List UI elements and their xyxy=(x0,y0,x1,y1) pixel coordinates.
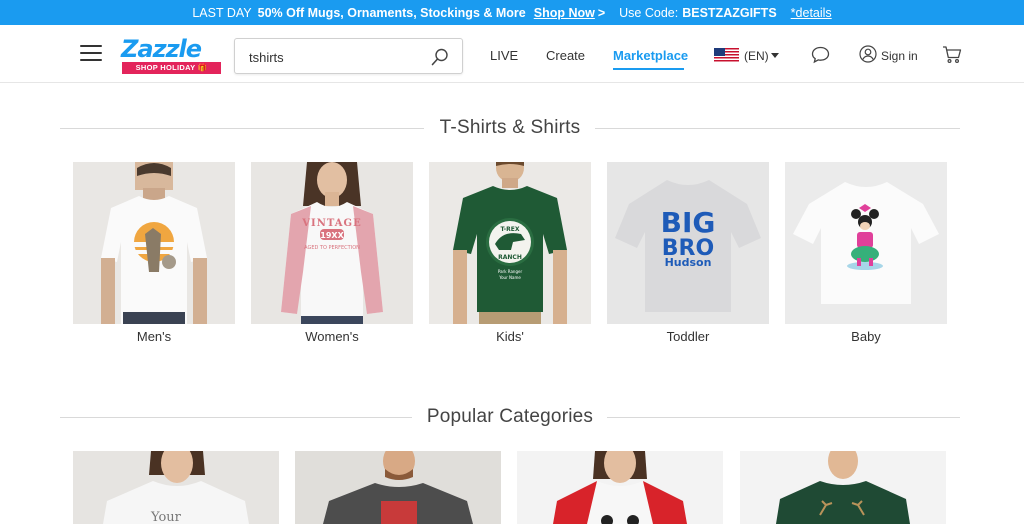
promo-code: BESTZAZGIFTS xyxy=(682,5,777,20)
category-label[interactable]: Baby xyxy=(785,329,947,344)
toddler-art-text3: Hudson xyxy=(665,256,712,269)
us-flag-icon[interactable] xyxy=(714,48,739,63)
divider xyxy=(607,417,960,418)
language-selector[interactable]: (EN) xyxy=(744,49,769,63)
category-label[interactable]: Men's xyxy=(73,329,235,344)
search-icon[interactable] xyxy=(431,48,449,66)
category-card-womens[interactable]: VINTAGE 19XX AGED TO PERFECTION Women's xyxy=(251,162,413,344)
nav-create[interactable]: Create xyxy=(546,48,585,63)
category-card-baby[interactable]: Baby xyxy=(785,162,947,344)
promo-shop-now-link[interactable]: Shop Now xyxy=(534,6,595,20)
promo-arrow: > xyxy=(597,5,606,20)
toddler-art-text1: BIG xyxy=(661,206,716,239)
category-label[interactable]: Kids' xyxy=(429,329,591,344)
womens-art-text1: VINTAGE xyxy=(301,218,361,229)
promo-code-label: Use Code: xyxy=(619,5,679,20)
sign-in-link[interactable]: Sign in xyxy=(881,49,918,63)
kids-art-text2: RANCH xyxy=(498,254,522,261)
popular-card-1[interactable]: Your xyxy=(73,451,279,524)
logo-wordmark: Zazzle xyxy=(121,35,202,63)
category-label[interactable]: Women's xyxy=(251,329,413,344)
divider xyxy=(595,128,960,129)
nav-marketplace[interactable]: Marketplace xyxy=(613,48,688,63)
kids-art-text1: T-REX xyxy=(500,226,519,233)
womens-shirt-photo[interactable]: VINTAGE 19XX AGED TO PERFECTION xyxy=(251,162,413,324)
kids-shirt-photo[interactable]: T-REX RANCH Park Ranger Your Name xyxy=(429,162,591,324)
kids-art-text3: Park Ranger xyxy=(498,269,523,274)
site-header: Zazzle SHOP HOLIDAY 🎁 LIVE Create Market… xyxy=(0,25,1024,83)
mens-shirt-photo[interactable] xyxy=(73,162,235,324)
chevron-down-icon[interactable] xyxy=(771,53,779,58)
popular-section-heading: Popular Categories xyxy=(60,403,960,433)
popular-card-3[interactable] xyxy=(517,451,723,524)
promo-details-link[interactable]: *details xyxy=(791,6,832,20)
popular1-art-text: Your xyxy=(150,510,182,524)
user-icon[interactable] xyxy=(859,45,877,63)
promo-last-day: LAST DAY xyxy=(192,5,252,20)
category-card-kids[interactable]: T-REX RANCH Park Ranger Your Name Kids' xyxy=(429,162,591,344)
tshirts-section-heading: T-Shirts & Shirts xyxy=(60,114,960,144)
womens-art-text3: AGED TO PERFECTION xyxy=(304,245,360,251)
cart-icon[interactable] xyxy=(942,45,962,64)
popular-card-4[interactable] xyxy=(740,451,946,524)
nav-live[interactable]: LIVE xyxy=(490,48,518,63)
search-box xyxy=(234,38,463,74)
chat-icon[interactable] xyxy=(811,46,830,64)
womens-art-text2: 19XX xyxy=(320,231,344,240)
popular-card-2[interactable] xyxy=(295,451,501,524)
promo-banner: LAST DAY 50% Off Mugs, Ornaments, Stocki… xyxy=(0,0,1024,25)
logo-badge: SHOP HOLIDAY 🎁 xyxy=(122,62,221,74)
category-label[interactable]: Toddler xyxy=(607,329,769,344)
zazzle-logo[interactable]: Zazzle SHOP HOLIDAY 🎁 xyxy=(121,35,223,74)
baby-shirt-photo[interactable] xyxy=(785,162,947,324)
promo-offer: 50% Off Mugs, Ornaments, Stockings & Mor… xyxy=(257,5,526,20)
category-card-toddler[interactable]: BIG BRO Hudson Toddler xyxy=(607,162,769,344)
search-input[interactable] xyxy=(249,48,419,66)
nav-active-underline xyxy=(613,68,684,70)
category-card-mens[interactable]: Men's xyxy=(73,162,235,344)
toddler-shirt-photo[interactable]: BIG BRO Hudson xyxy=(607,162,769,324)
menu-icon[interactable] xyxy=(80,45,102,61)
kids-art-text4: Your Name xyxy=(498,275,521,280)
